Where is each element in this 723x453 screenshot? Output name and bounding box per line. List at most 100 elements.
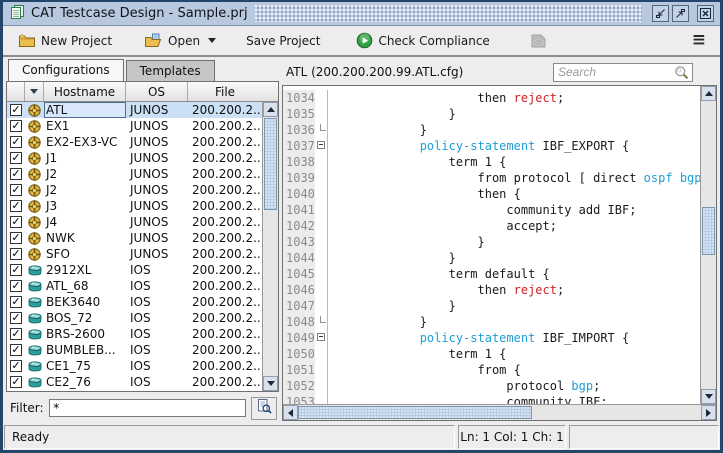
fold-marker[interactable] xyxy=(315,362,328,378)
fold-marker[interactable] xyxy=(315,106,328,122)
editor-vertical-scrollbar[interactable] xyxy=(700,86,716,404)
fold-marker[interactable] xyxy=(315,314,328,330)
check-compliance-button[interactable]: Check Compliance xyxy=(349,29,496,52)
fold-marker[interactable] xyxy=(315,250,328,266)
table-scrollbar[interactable] xyxy=(262,102,278,391)
search-icon[interactable] xyxy=(674,65,692,80)
row-checkbox[interactable]: ✓ xyxy=(10,264,22,276)
row-checkbox[interactable]: ✓ xyxy=(10,152,22,164)
table-row[interactable]: ✓ BUMBLEB... IOS 200.200.2... xyxy=(7,342,262,358)
fold-marker[interactable] xyxy=(315,138,328,154)
row-checkbox[interactable]: ✓ xyxy=(10,376,22,388)
table-row[interactable]: ✓ EX1 JUNOS 200.200.2... xyxy=(7,118,262,134)
file-column-header[interactable]: File xyxy=(188,82,262,101)
ios-device-icon xyxy=(28,297,42,308)
fold-marker[interactable] xyxy=(315,122,328,138)
fold-marker[interactable] xyxy=(315,378,328,394)
row-checkbox[interactable]: ✓ xyxy=(10,200,22,212)
save-project-button[interactable]: Save Project xyxy=(239,31,327,51)
table-row[interactable]: ✓ SFO JUNOS 200.200.2... xyxy=(7,246,262,262)
checkbox-column-header[interactable] xyxy=(7,82,25,101)
filter-apply-button[interactable] xyxy=(251,397,277,420)
table-row[interactable]: ✓ CE3_77 IOS 200.200.2... xyxy=(7,390,262,391)
fold-marker[interactable] xyxy=(315,330,328,346)
fold-marker[interactable] xyxy=(315,298,328,314)
table-row[interactable]: ✓ ATL_68 IOS 200.200.2... xyxy=(7,278,262,294)
menu-icon[interactable]: ≡ xyxy=(686,32,712,49)
fold-marker[interactable] xyxy=(315,186,328,202)
table-scroll-thumb[interactable] xyxy=(264,118,277,210)
fold-marker[interactable] xyxy=(315,346,328,362)
row-checkbox[interactable]: ✓ xyxy=(10,120,22,132)
config-editor[interactable]: 1034 then reject; 1035 } 1036 } 1037 pol… xyxy=(282,85,717,421)
row-checkbox[interactable]: ✓ xyxy=(10,296,22,308)
fold-marker[interactable] xyxy=(315,218,328,234)
checkbox-cell: ✓ xyxy=(7,150,25,166)
editor-scroll-left-icon[interactable] xyxy=(283,405,298,420)
filter-input[interactable] xyxy=(49,399,246,417)
line-number: 1045 xyxy=(283,266,315,282)
hostname-column-header[interactable]: Hostname xyxy=(44,82,126,101)
fold-marker[interactable] xyxy=(315,234,328,250)
row-checkbox[interactable]: ✓ xyxy=(10,168,22,180)
open-button[interactable]: Open xyxy=(137,30,223,51)
minimize-button[interactable] xyxy=(652,5,669,22)
table-row[interactable]: ✓ J4 JUNOS 200.200.2... xyxy=(7,214,262,230)
os-column-header[interactable]: OS xyxy=(126,82,188,101)
new-project-button[interactable]: New Project xyxy=(11,30,119,51)
table-row[interactable]: ✓ NWK JUNOS 200.200.2... xyxy=(7,230,262,246)
row-checkbox[interactable]: ✓ xyxy=(10,360,22,372)
row-checkbox[interactable]: ✓ xyxy=(10,216,22,228)
table-row[interactable]: ✓ J1 JUNOS 200.200.2... xyxy=(7,150,262,166)
editor-scroll-right-icon[interactable] xyxy=(701,405,716,420)
editor-vscroll-track[interactable] xyxy=(701,101,716,389)
row-checkbox[interactable]: ✓ xyxy=(10,232,22,244)
table-row[interactable]: ✓ J2 JUNOS 200.200.2... xyxy=(7,166,262,182)
row-checkbox[interactable]: ✓ xyxy=(10,248,22,260)
editor-horizontal-scrollbar[interactable] xyxy=(283,404,716,420)
row-checkbox[interactable]: ✓ xyxy=(10,328,22,340)
tab-configurations[interactable]: Configurations xyxy=(8,59,124,81)
file-cell: 200.200.2... xyxy=(188,374,262,390)
row-checkbox[interactable]: ✓ xyxy=(10,312,22,324)
close-button[interactable] xyxy=(697,5,714,22)
fold-marker[interactable] xyxy=(315,394,328,404)
editor-hscroll-thumb[interactable] xyxy=(298,406,532,419)
editor-hscroll-track[interactable] xyxy=(298,405,701,420)
fold-marker[interactable] xyxy=(315,90,328,106)
table-row[interactable]: ✓ J3 JUNOS 200.200.2... xyxy=(7,198,262,214)
row-checkbox[interactable]: ✓ xyxy=(10,344,22,356)
scroll-down-icon[interactable] xyxy=(263,376,278,391)
row-checkbox[interactable]: ✓ xyxy=(10,136,22,148)
table-row[interactable]: ✓ BOS_72 IOS 200.200.2... xyxy=(7,310,262,326)
table-row[interactable]: ✓ CE1_75 IOS 200.200.2... xyxy=(7,358,262,374)
code-area[interactable]: 1034 then reject; 1035 } 1036 } 1037 pol… xyxy=(283,86,700,404)
disabled-tool-icon xyxy=(528,33,548,49)
line-number: 1049 xyxy=(283,330,315,346)
table-row[interactable]: ✓ BEK3640 IOS 200.200.2... xyxy=(7,294,262,310)
row-checkbox[interactable]: ✓ xyxy=(10,104,22,116)
editor-vscroll-thumb[interactable] xyxy=(702,207,715,255)
row-checkbox[interactable]: ✓ xyxy=(10,280,22,292)
fold-marker[interactable] xyxy=(315,266,328,282)
disabled-tool-button[interactable] xyxy=(521,30,555,52)
maximize-button[interactable] xyxy=(672,5,689,22)
fold-marker[interactable] xyxy=(315,282,328,298)
table-row[interactable]: ✓ BRS-2600 IOS 200.200.2... xyxy=(7,326,262,342)
editor-scroll-down-icon[interactable] xyxy=(701,389,716,404)
table-scroll-track[interactable] xyxy=(263,117,278,376)
row-checkbox[interactable]: ✓ xyxy=(10,184,22,196)
table-row[interactable]: ✓ J2 JUNOS 200.200.2... xyxy=(7,182,262,198)
fold-marker[interactable] xyxy=(315,202,328,218)
fold-marker[interactable] xyxy=(315,170,328,186)
scroll-up-icon[interactable] xyxy=(263,102,278,117)
editor-scroll-up-icon[interactable] xyxy=(701,86,716,101)
table-row[interactable]: ✓ EX2-EX3-VC JUNOS 200.200.2... xyxy=(7,134,262,150)
table-row[interactable]: ✓ CE2_76 IOS 200.200.2... xyxy=(7,374,262,390)
device-filter-header[interactable] xyxy=(25,82,44,101)
fold-marker[interactable] xyxy=(315,154,328,170)
tab-templates[interactable]: Templates xyxy=(126,60,215,82)
table-row[interactable]: ✓ 2912XL IOS 200.200.2... xyxy=(7,262,262,278)
search-input[interactable] xyxy=(554,65,674,79)
table-row[interactable]: ✓ ATL JUNOS 200.200.2... xyxy=(7,102,262,118)
